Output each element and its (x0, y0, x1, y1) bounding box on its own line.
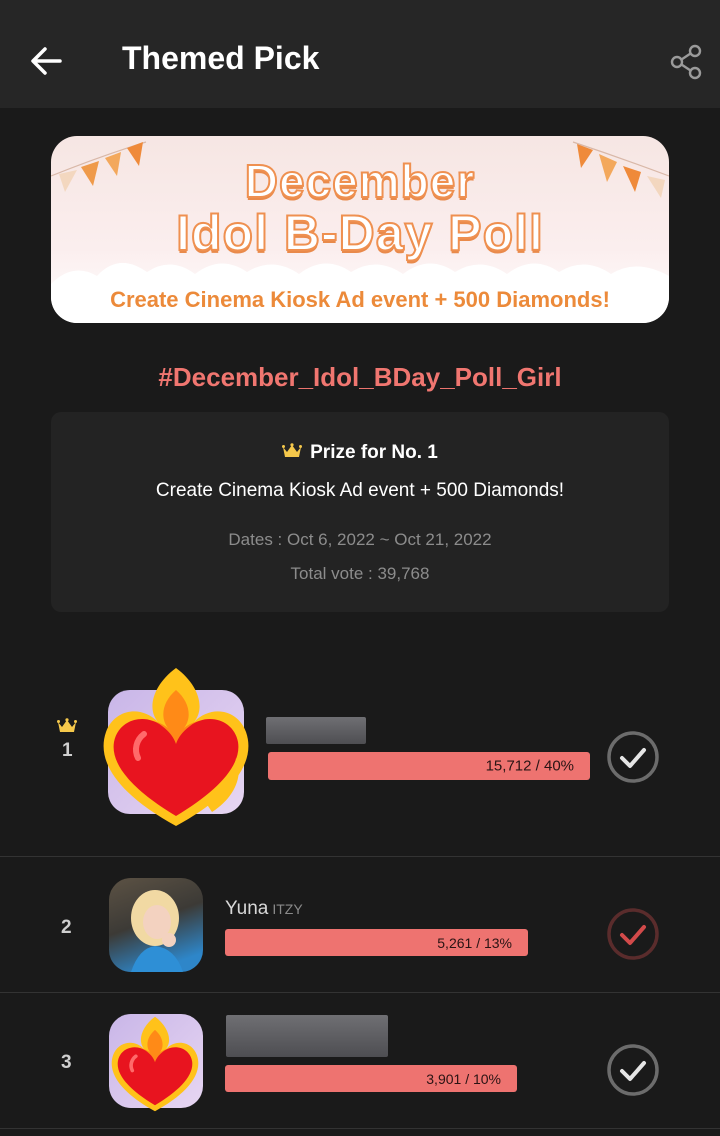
prize-description: Create Cinema Kiosk Ad event + 500 Diamo… (155, 480, 565, 501)
poll-banner[interactable]: December Idol B-Day Poll Create Cinema K… (51, 136, 669, 323)
divider (0, 1128, 720, 1129)
rank-number: 1 (62, 740, 73, 761)
poll-dates: Dates : Oct 6, 2022 ~ Oct 21, 2022 (228, 530, 492, 549)
vote-bar: 15,712 / 40% (268, 752, 590, 780)
avatar-photo (131, 890, 183, 972)
rank-number: 2 (61, 917, 72, 938)
avatar[interactable] (109, 878, 203, 972)
prize-heading-text: Prize for No. 1 (310, 442, 438, 463)
share-icon (670, 44, 702, 80)
total-vote: Total vote : 39,768 (290, 564, 430, 583)
vote-count-label: 3,901 / 10% (426, 1070, 501, 1087)
fire-heart-icon (103, 668, 249, 826)
fire-heart-icon (111, 1016, 199, 1112)
candidate-name: Yuna ITZY (225, 898, 303, 920)
vote-bar: 5,261 / 13% (225, 929, 528, 956)
top-bar: Themed Pick (0, 0, 720, 108)
check-circle-icon[interactable] (606, 730, 660, 784)
vote-bar: 3,901 / 10% (225, 1065, 517, 1092)
redacted-name (226, 1015, 388, 1057)
redacted-name (266, 717, 366, 744)
check-circle-icon[interactable] (606, 1043, 660, 1097)
rank-number: 3 (61, 1052, 72, 1073)
divider (0, 992, 720, 993)
page-title: Themed Pick (122, 40, 320, 76)
banner-subtitle: Create Cinema Kiosk Ad event + 500 Diamo… (110, 287, 610, 312)
candidate-name-text: Yuna (225, 898, 269, 919)
poll-hashtag: #December_Idol_BDay_Poll_Girl (158, 362, 562, 392)
banner-title-line1: December (244, 154, 476, 208)
crown-icon (282, 443, 303, 457)
share-button[interactable] (668, 44, 704, 80)
prize-heading: Prize for No. 1 (51, 442, 669, 464)
vote-count-label: 15,712 / 40% (485, 757, 574, 775)
prize-info-box: Prize for No. 1 Create Cinema Kiosk Ad e… (51, 412, 669, 612)
candidate-group: ITZY (272, 901, 303, 917)
back-button[interactable] (28, 40, 68, 82)
divider (0, 856, 720, 857)
check-circle-icon[interactable] (606, 907, 660, 961)
arrow-left-icon (31, 47, 62, 75)
crown-icon (57, 718, 77, 732)
vote-count-label: 5,261 / 13% (437, 934, 512, 951)
